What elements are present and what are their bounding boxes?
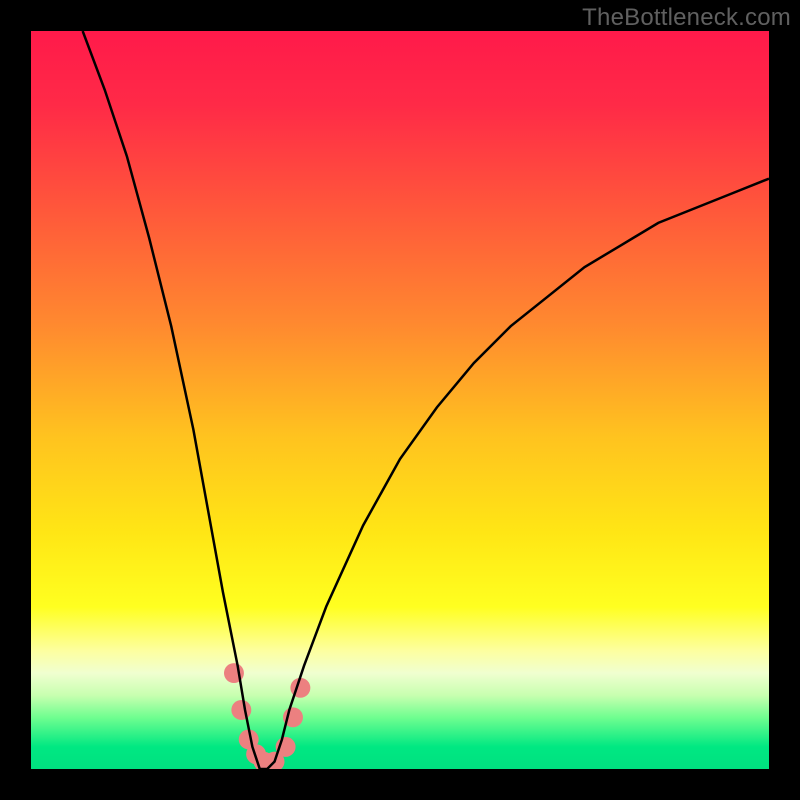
marker-point — [231, 700, 251, 720]
plot-area — [31, 31, 769, 769]
chart-svg — [31, 31, 769, 769]
optimal-region-markers — [224, 663, 310, 769]
watermark-text: TheBottleneck.com — [582, 4, 791, 32]
bottleneck-curve — [83, 31, 769, 769]
outer-frame: TheBottleneck.com — [0, 0, 800, 800]
